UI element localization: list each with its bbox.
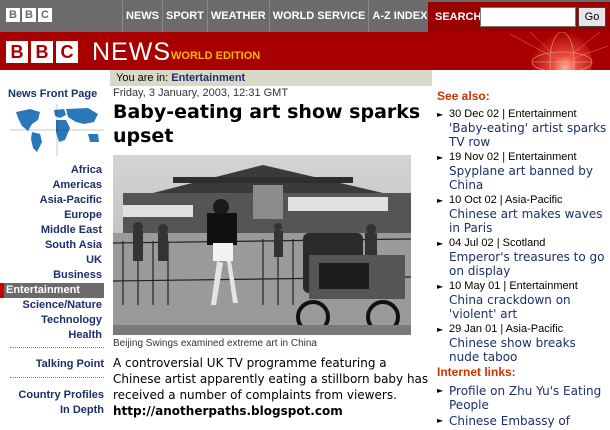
top-nav-links: NEWS SPORT WEATHER WORLD SERVICE A-Z IND… xyxy=(122,0,430,32)
nav-africa[interactable]: Africa xyxy=(0,163,104,178)
breadcrumb-prefix: You are in: xyxy=(116,72,169,84)
masthead: B B C NEWS WORLD EDITION xyxy=(0,32,610,70)
article-intro: A controversial UK TV programme featurin… xyxy=(113,356,429,402)
breadcrumb-section-link[interactable]: Entertainment xyxy=(171,72,245,84)
see-also-link[interactable]: China crackdown on 'violent' art xyxy=(437,293,607,321)
see-also-meta: 04 Jul 02 | Scotland xyxy=(449,237,546,249)
see-also-meta: 29 Jan 01 | Asia-Pacific xyxy=(449,323,564,335)
bullet-icon: ► xyxy=(437,239,444,248)
see-also-link[interactable]: Chinese show breaks nude taboo xyxy=(437,336,607,364)
bullet-icon: ► xyxy=(437,110,444,119)
logo-letter: B xyxy=(6,41,28,63)
nav-technology[interactable]: Technology xyxy=(0,313,104,328)
see-also-heading: See also: xyxy=(437,89,490,103)
internet-link-item[interactable]: ► Profile on Zhu Yu's Eating People xyxy=(437,384,607,412)
nav-asia-pacific[interactable]: Asia-Pacific xyxy=(0,193,104,208)
country-profiles-link[interactable]: Country Profiles xyxy=(18,388,104,402)
internet-links-list: ► Profile on Zhu Yu's Eating People ► Ch… xyxy=(437,384,607,430)
nav-business[interactable]: Business xyxy=(0,268,104,283)
see-also-meta: 30 Dec 02 | Entertainment xyxy=(449,108,577,120)
edition-label: WORLD EDITION xyxy=(171,50,261,62)
see-also-meta: 19 Nov 02 | Entertainment xyxy=(449,151,577,163)
nav-sport-link[interactable]: SPORT xyxy=(162,0,207,32)
see-also-link[interactable]: Emperor's treasures to go on display xyxy=(437,250,607,278)
photo-caption: Beijing Swings examined extreme art in C… xyxy=(113,338,317,349)
nav-americas[interactable]: Americas xyxy=(0,178,104,193)
see-also-item[interactable]: ► 04 Jul 02 | Scotland Emperor's treasur… xyxy=(437,237,607,278)
article-headline: Baby-eating art show sparks upset xyxy=(113,101,421,147)
watermark-url: http://anotherpaths.blogspot.com xyxy=(113,404,343,418)
globe-graphic-icon xyxy=(500,32,610,70)
bullet-icon: ► xyxy=(437,196,444,205)
bullet-icon: ► xyxy=(437,282,444,291)
bbc-logo-small[interactable]: B B C xyxy=(6,8,52,22)
internet-links-heading: Internet links: xyxy=(437,365,516,379)
internet-link[interactable]: Profile on Zhu Yu's Eating People xyxy=(437,384,607,412)
nav-middle-east[interactable]: Middle East xyxy=(0,223,104,238)
see-also-link[interactable]: Spyplane art banned by China xyxy=(437,164,607,192)
article-photo xyxy=(113,155,411,335)
see-also-meta: 10 Oct 02 | Asia-Pacific xyxy=(449,194,563,206)
nav-a-z-index-link[interactable]: A-Z INDEX xyxy=(368,0,430,32)
see-also-item[interactable]: ► 29 Jan 01 | Asia-Pacific Chinese show … xyxy=(437,323,607,364)
nav-europe[interactable]: Europe xyxy=(0,208,104,223)
article-body: A controversial UK TV programme featurin… xyxy=(113,355,431,419)
logo-letter: C xyxy=(38,8,52,22)
news-front-page-link[interactable]: News Front Page xyxy=(8,88,97,101)
bbc-logo[interactable]: B B C xyxy=(6,41,78,63)
see-also-meta: 10 May 01 | Entertainment xyxy=(449,280,578,292)
region-nav-list: Africa Americas Asia-Pacific Europe Midd… xyxy=(0,163,104,343)
go-button[interactable]: Go xyxy=(578,7,606,27)
bullet-icon: ► xyxy=(437,386,444,395)
nav-science-nature[interactable]: Science/Nature xyxy=(0,298,104,313)
nav-divider xyxy=(10,377,104,378)
see-also-link[interactable]: Chinese art makes waves in Paris xyxy=(437,207,607,235)
internet-link[interactable]: Chinese Embassy of xyxy=(437,414,607,428)
see-also-item[interactable]: ► 10 May 01 | Entertainment China crackd… xyxy=(437,280,607,321)
news-wordmark[interactable]: NEWS xyxy=(92,39,171,65)
bullet-icon: ► xyxy=(437,153,444,162)
see-also-item[interactable]: ► 10 Oct 02 | Asia-Pacific Chinese art m… xyxy=(437,194,607,235)
bullet-icon: ► xyxy=(437,325,444,334)
see-also-item[interactable]: ► 30 Dec 02 | Entertainment 'Baby-eating… xyxy=(437,108,607,149)
right-column: See also: ► 30 Dec 02 | Entertainment 'B… xyxy=(432,86,610,430)
nav-uk[interactable]: UK xyxy=(0,253,104,268)
search-box: SEARCH Go xyxy=(428,2,610,32)
article-date: Friday, 3 January, 2003, 12:31 GMT xyxy=(113,87,289,99)
talking-point-link[interactable]: Talking Point xyxy=(36,357,104,371)
see-also-item[interactable]: ► 19 Nov 02 | Entertainment Spyplane art… xyxy=(437,151,607,192)
see-also-list: ► 30 Dec 02 | Entertainment 'Baby-eating… xyxy=(437,108,607,366)
world-map-icon[interactable] xyxy=(10,104,104,156)
in-depth-link[interactable]: In Depth xyxy=(60,403,104,417)
breadcrumb: You are in: Entertainment xyxy=(110,70,432,86)
search-input[interactable] xyxy=(480,7,576,27)
nav-entertainment[interactable]: Entertainment xyxy=(0,283,104,298)
internet-link-item[interactable]: ► Chinese Embassy of xyxy=(437,414,607,428)
logo-letter: B xyxy=(6,8,20,22)
search-label: SEARCH xyxy=(435,11,482,23)
nav-south-asia[interactable]: South Asia xyxy=(0,238,104,253)
nav-news-link[interactable]: NEWS xyxy=(122,0,162,32)
bullet-icon: ► xyxy=(437,416,444,425)
left-navigation: News Front Page Africa Americas Asia-Pac… xyxy=(0,70,110,430)
nav-health[interactable]: Health xyxy=(0,328,104,343)
logo-letter: B xyxy=(22,8,36,22)
see-also-link[interactable]: 'Baby-eating' artist sparks TV row xyxy=(437,121,607,149)
logo-letter: C xyxy=(56,41,78,63)
nav-world-service-link[interactable]: WORLD SERVICE xyxy=(268,0,369,32)
top-navigation-bar: B B C NEWS SPORT WEATHER WORLD SERVICE A… xyxy=(0,0,610,32)
nav-divider xyxy=(10,347,104,348)
nav-weather-link[interactable]: WEATHER xyxy=(206,0,269,32)
logo-letter: B xyxy=(31,41,53,63)
